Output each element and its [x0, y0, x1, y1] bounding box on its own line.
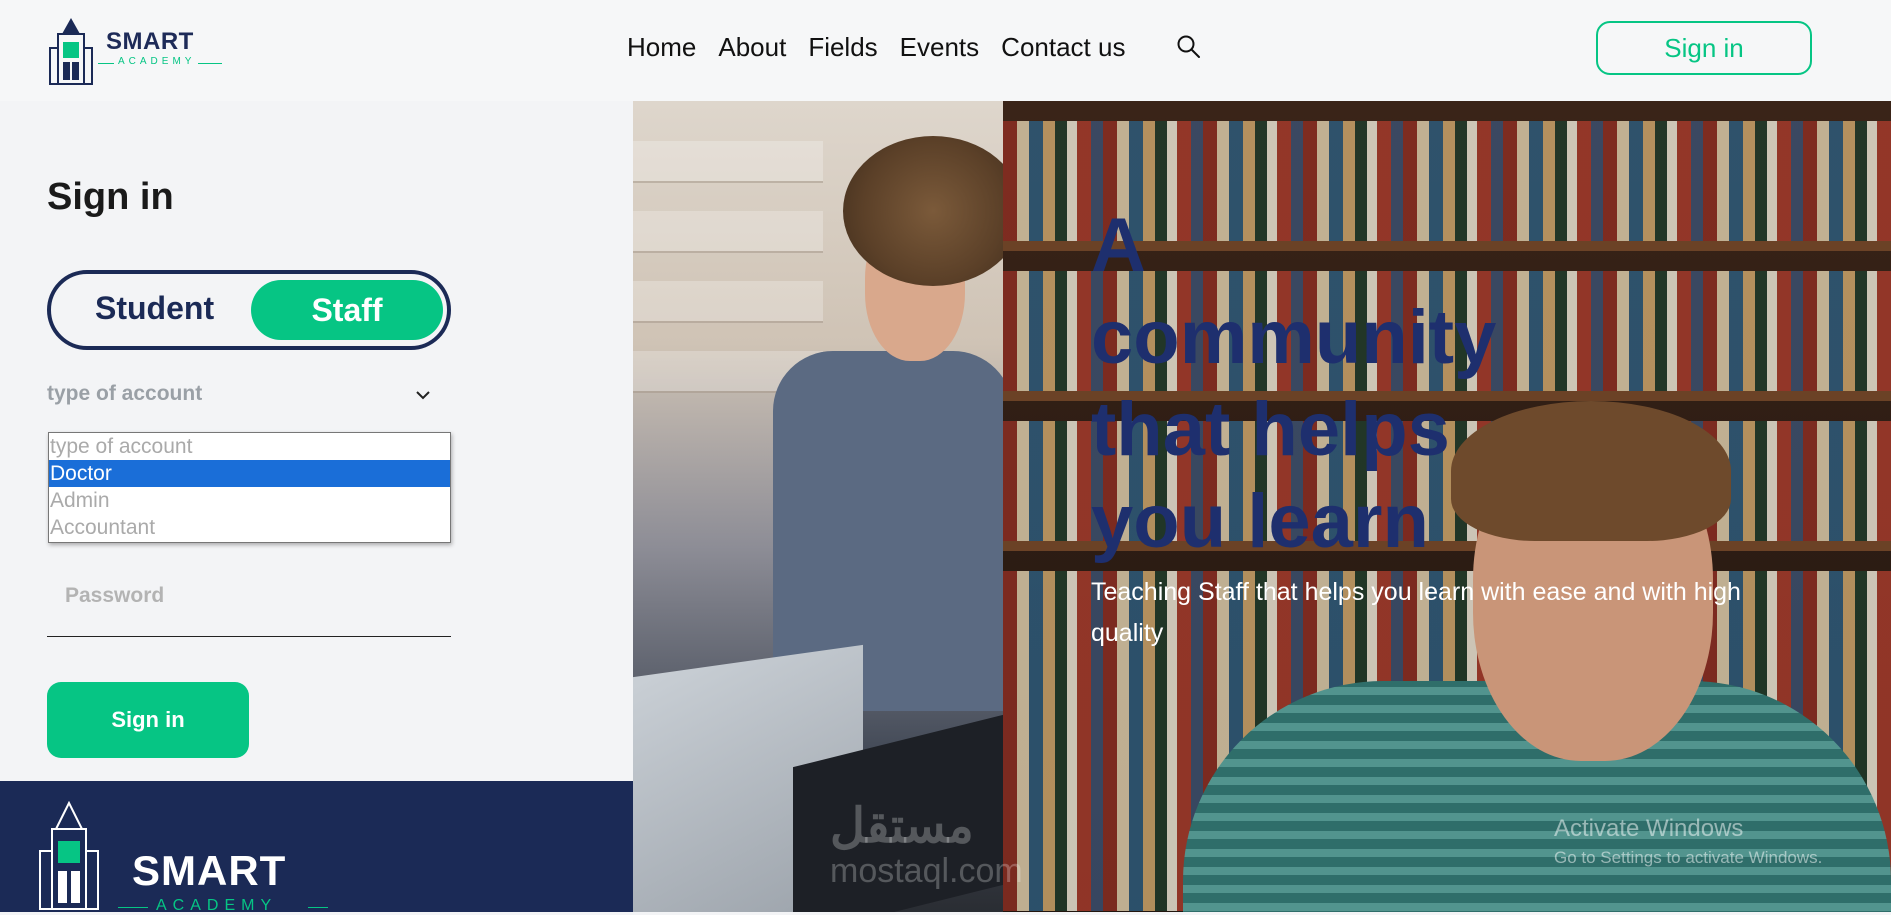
logo-divider: [118, 907, 148, 908]
academy-tower-icon: [39, 801, 99, 910]
activate-windows-title: Activate Windows: [1554, 815, 1744, 842]
dropdown-option[interactable]: Accountant: [49, 514, 450, 541]
wood-plank: [633, 141, 823, 183]
role-toggle[interactable]: Student Staff: [47, 270, 451, 350]
account-type-select[interactable]: type of account: [47, 382, 202, 406]
watermark-url: mostaql.com: [830, 852, 1023, 890]
account-type-dropdown: type of account Doctor Admin Accountant: [48, 432, 451, 543]
search-icon[interactable]: [1176, 34, 1202, 60]
logo-wordmark: SMART: [106, 28, 194, 55]
toggle-student[interactable]: Student: [95, 290, 214, 327]
nav-about[interactable]: About: [718, 32, 786, 63]
header-logo[interactable]: SMART ACADEMY: [48, 16, 228, 86]
dropdown-option[interactable]: Admin: [49, 487, 450, 514]
logo-divider: [198, 63, 222, 64]
top-header: SMART ACADEMY Home About Fields Events C…: [0, 0, 1891, 101]
footer: SMART ACADEMY: [0, 781, 633, 914]
logo-subtitle: ACADEMY: [118, 56, 196, 67]
student-laptop-photo: [633, 101, 1023, 912]
academy-tower-icon: [49, 18, 93, 85]
nav-home[interactable]: Home: [627, 32, 696, 63]
signin-submit-button[interactable]: Sign in: [47, 682, 249, 758]
header-signin-button[interactable]: Sign in: [1596, 21, 1812, 75]
wood-plank: [633, 281, 823, 323]
nav-events[interactable]: Events: [900, 32, 980, 63]
dropdown-option-selected[interactable]: Doctor: [49, 460, 450, 487]
password-underline: [47, 636, 451, 637]
chevron-down-icon[interactable]: [413, 385, 433, 405]
password-field[interactable]: Password: [65, 584, 164, 608]
logo-divider: [98, 63, 114, 64]
footer-logo-subtitle: ACADEMY: [156, 897, 278, 914]
activate-windows-subtitle: Go to Settings to activate Windows.: [1554, 848, 1823, 867]
nav-contact-us[interactable]: Contact us: [1001, 32, 1125, 63]
main-nav: Home About Fields Events Contact us: [627, 32, 1147, 63]
dropdown-option[interactable]: type of account: [49, 433, 450, 460]
logo-divider: [308, 907, 328, 908]
page-title: Sign in: [47, 176, 174, 218]
person-hair: [843, 136, 1023, 286]
nav-fields[interactable]: Fields: [808, 32, 877, 63]
watermark-logo: مستقل: [830, 800, 974, 853]
footer-logo[interactable]: SMART ACADEMY: [38, 801, 338, 914]
toggle-staff[interactable]: Staff: [251, 280, 443, 340]
wood-plank: [633, 211, 823, 253]
hero-subtitle: Teaching Staff that helps you learn with…: [1091, 578, 1741, 647]
hero-title: A community that helps you learn: [1091, 203, 1497, 564]
footer-logo-wordmark: SMART: [132, 847, 287, 894]
